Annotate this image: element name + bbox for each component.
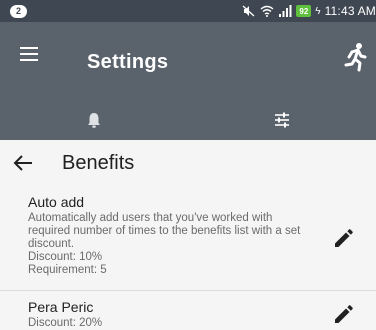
bell-icon [88,113,100,128]
mute-icon [242,5,255,17]
wifi-icon [260,5,274,17]
item-discount: Discount: 20% [28,317,103,329]
item-requirement: Requirement: 5 [28,264,107,276]
section-title: Benefits [62,152,135,174]
pencil-icon[interactable] [332,304,354,326]
benefits-list: Auto add Automatically add users that yo… [0,186,376,330]
item-title: Auto add [28,194,85,210]
running-person-icon[interactable] [342,42,368,72]
tab-preferences[interactable] [188,100,376,140]
clock: 11:43 AM [324,4,376,18]
settings-tabs [0,100,376,140]
tab-notifications[interactable] [0,100,188,140]
sliders-icon [275,112,289,128]
item-title: Pera Peric [28,299,94,315]
section-header: Benefits [0,140,376,186]
signal-icon [279,5,292,17]
app-bar: Settings [0,22,376,100]
list-item-auto-add: Auto add Automatically add users that yo… [0,186,376,290]
page-title: Settings [87,51,169,73]
list-item-pera-peric: Pera Peric Discount: 20% [0,290,376,330]
item-discount: Discount: 10% [28,251,103,263]
battery-indicator: 92 [296,5,312,17]
charging-icon: ϟ [315,5,321,17]
pencil-icon[interactable] [332,228,354,250]
hamburger-menu-icon[interactable] [20,46,42,64]
item-description: Automatically add users that you've work… [28,212,301,250]
arrow-left-icon[interactable] [12,153,34,173]
notification-count-badge: 2 [10,4,27,18]
status-bar: 2 92 ϟ 11:43 AM [0,0,376,22]
status-icons: 92 ϟ 11:43 AM [242,4,376,18]
